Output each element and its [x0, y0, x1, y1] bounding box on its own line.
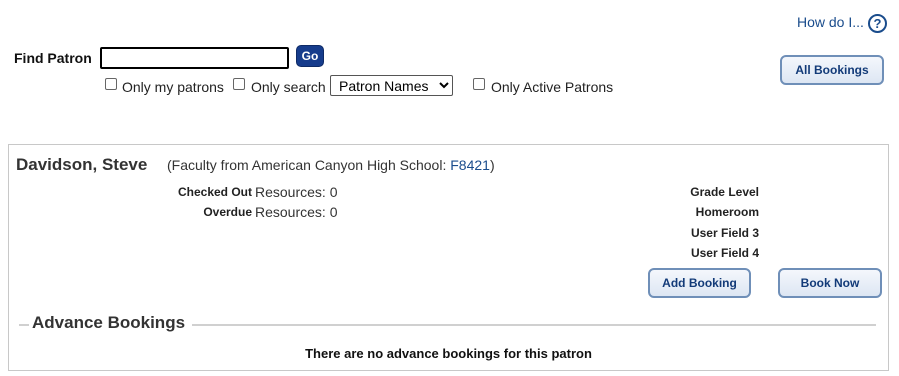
homeroom-label: Homeroom [695, 205, 759, 219]
add-booking-button[interactable]: Add Booking [648, 268, 751, 298]
only-search-checkbox[interactable] [233, 78, 245, 90]
search-field-select[interactable]: Patron Names [330, 75, 453, 96]
overdue-label: Overdue [203, 205, 252, 219]
only-my-patrons-label: Only my patrons [122, 79, 224, 95]
grade-level-label: Grade Level [690, 185, 759, 199]
patron-name: Davidson, Steve [16, 155, 148, 174]
find-patron-input[interactable] [100, 47, 289, 69]
go-button[interactable]: Go [296, 45, 324, 67]
patron-description-prefix: (Faculty from American Canyon High Schoo… [167, 157, 451, 173]
advance-bookings-divider-left [19, 324, 29, 326]
checked-out-label: Checked Out [177, 185, 252, 199]
only-my-patrons-checkbox[interactable] [105, 78, 117, 90]
checked-out-value: Resources: 0 [255, 184, 338, 200]
advance-bookings-divider-right [192, 324, 876, 326]
patron-description: (Faculty from American Canyon High Schoo… [167, 157, 495, 173]
user-field-4-label: User Field 4 [690, 246, 759, 260]
help-link[interactable]: How do I... [797, 14, 864, 30]
find-patron-label: Find Patron [14, 50, 92, 66]
patron-barcode-link[interactable]: F8421 [450, 157, 490, 173]
patron-description-suffix: ) [489, 157, 495, 173]
book-now-button[interactable]: Book Now [778, 268, 882, 298]
overdue-value: Resources: 0 [255, 204, 338, 220]
only-active-patrons-label: Only Active Patrons [491, 79, 614, 95]
advance-bookings-heading: Advance Bookings [32, 313, 188, 333]
all-bookings-button[interactable]: All Bookings [780, 55, 884, 85]
advance-bookings-empty-message: There are no advance bookings for this p… [305, 346, 592, 361]
only-active-patrons-checkbox[interactable] [473, 78, 485, 90]
only-search-label: Only search [251, 79, 326, 95]
help-icon[interactable]: ? [868, 14, 887, 33]
user-field-3-label: User Field 3 [690, 226, 759, 240]
